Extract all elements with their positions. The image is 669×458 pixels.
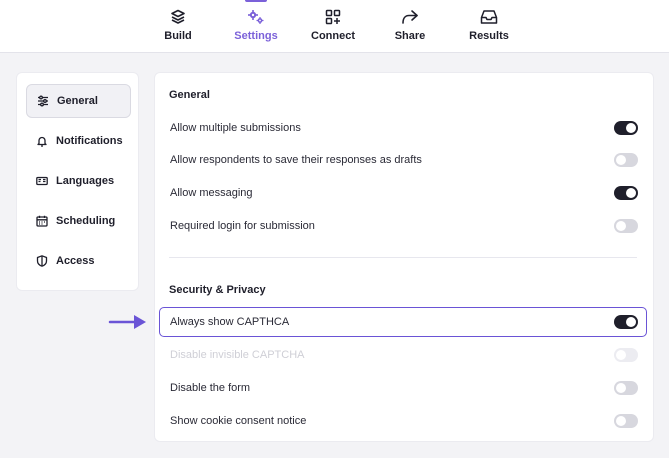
bell-icon — [36, 135, 48, 147]
apps-add-icon — [325, 8, 341, 26]
toggle-allow-multiple-submissions[interactable] — [614, 121, 638, 135]
setting-label: Allow respondents to save their response… — [170, 154, 422, 166]
sidebar-item-general[interactable]: General — [26, 84, 131, 118]
sidebar-item-access[interactable]: Access — [26, 244, 131, 278]
setting-row: Allow respondents to save their response… — [159, 145, 647, 175]
setting-label: Always show CAPTHCA — [170, 316, 290, 328]
share-arrow-icon — [401, 8, 419, 26]
setting-row: Allow messaging — [159, 178, 647, 208]
tab-label: Build — [164, 30, 192, 42]
sidebar-item-notifications[interactable]: Notifications — [26, 124, 131, 158]
gears-icon — [247, 8, 265, 26]
tab-label: Share — [394, 30, 426, 42]
pointer-arrow-icon — [108, 313, 150, 336]
tab-share[interactable]: Share — [390, 0, 430, 53]
toggle-required-login[interactable] — [614, 219, 638, 233]
tab-label: Results — [469, 30, 509, 42]
layers-icon — [170, 8, 186, 26]
setting-label: Disable invisible CAPTCHA — [170, 349, 305, 361]
setting-row-highlighted: Always show CAPTHCA — [159, 307, 647, 337]
tab-settings[interactable]: Settings — [230, 0, 282, 53]
setting-row: Disable invisible CAPTCHA — [159, 340, 647, 370]
sidebar-item-label: Scheduling — [56, 215, 116, 227]
tab-build[interactable]: Build — [158, 0, 198, 53]
toggle-knob — [616, 221, 626, 231]
sidebar-item-label: General — [57, 95, 98, 107]
toggle-always-show-captcha[interactable] — [614, 315, 638, 329]
sidebar-item-scheduling[interactable]: Scheduling — [26, 204, 131, 238]
top-nav-bar: Build Settings Connect Share Results — [0, 0, 669, 53]
toggle-save-drafts[interactable] — [614, 153, 638, 167]
toggle-knob — [616, 155, 626, 165]
setting-label: Show cookie consent notice — [170, 415, 307, 427]
toggle-knob — [616, 350, 626, 360]
section-title-general: General — [169, 89, 210, 101]
inbox-icon — [480, 8, 498, 26]
tab-connect[interactable]: Connect — [308, 0, 358, 53]
calendar-icon — [36, 215, 48, 227]
toggle-knob — [616, 383, 626, 393]
sidebar-item-languages[interactable]: Languages — [26, 164, 131, 198]
setting-row: Required login for submission — [159, 211, 647, 241]
toggle-cookie-consent[interactable] — [614, 414, 638, 428]
setting-row: Show cookie consent notice — [159, 406, 647, 436]
settings-panel: General Allow multiple submissions Allow… — [154, 72, 654, 442]
setting-label: Allow messaging — [170, 187, 253, 199]
active-tab-indicator — [245, 0, 267, 2]
language-card-icon — [36, 175, 48, 187]
toggle-disable-invisible-captcha — [614, 348, 638, 362]
setting-row: Allow multiple submissions — [159, 113, 647, 143]
tab-label: Settings — [234, 30, 278, 42]
toggle-disable-form[interactable] — [614, 381, 638, 395]
shield-icon — [36, 255, 48, 267]
toggle-knob — [626, 123, 636, 133]
setting-row: Disable the form — [159, 373, 647, 403]
toggle-allow-messaging[interactable] — [614, 186, 638, 200]
toggle-knob — [626, 188, 636, 198]
toggle-knob — [616, 416, 626, 426]
setting-label: Disable the form — [170, 382, 251, 394]
tab-label: Connect — [311, 30, 355, 42]
setting-label: Required login for submission — [170, 220, 315, 232]
sidebar-item-label: Access — [56, 255, 95, 267]
section-title-security: Security & Privacy — [169, 284, 266, 296]
toggle-knob — [626, 317, 636, 327]
sidebar-item-label: Languages — [56, 175, 115, 187]
section-divider — [169, 257, 637, 258]
settings-sidebar: General Notifications Languages Scheduli… — [16, 72, 139, 291]
tab-results[interactable]: Results — [465, 0, 513, 53]
setting-label: Allow multiple submissions — [170, 122, 301, 134]
sidebar-item-label: Notifications — [56, 135, 123, 147]
sliders-icon — [37, 95, 49, 107]
